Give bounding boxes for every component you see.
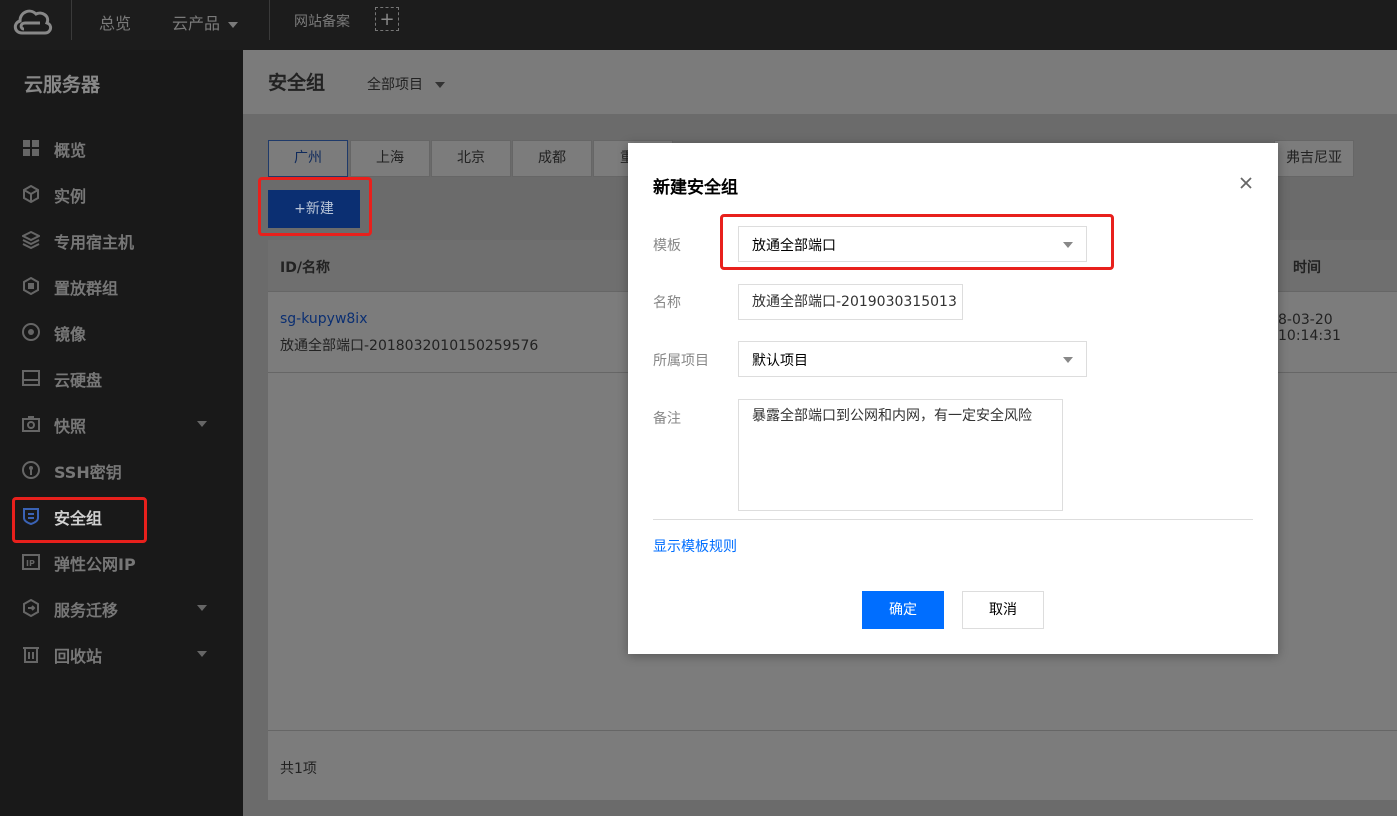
project-label: 所属项目 — [653, 353, 709, 369]
sidebar-item-label: 实例 — [54, 187, 87, 206]
layers-icon — [22, 231, 40, 249]
dialog-title: 新建安全组 — [653, 178, 738, 198]
sidebar-item-ssh-key[interactable]: SSH密钥 — [0, 450, 243, 490]
template-label: 模板 — [653, 238, 681, 254]
nav-website-filing[interactable]: 网站备案 — [294, 11, 350, 31]
total-count: 共1项 — [280, 761, 317, 777]
chevron-down-icon — [197, 605, 207, 611]
ip-icon: IP — [22, 554, 40, 570]
chevron-down-icon — [228, 21, 239, 28]
cancel-button[interactable]: 取消 — [962, 591, 1044, 629]
sidebar-item-label: 云硬盘 — [54, 371, 103, 390]
disc-icon — [22, 323, 40, 341]
column-header-time: 时间 — [1293, 260, 1321, 276]
project-selector-label: 全部项目 — [367, 77, 423, 93]
nav-cloud-products[interactable]: 云产品 — [172, 10, 239, 34]
security-group-name: 放通全部端口-2018032010150259576 — [280, 338, 539, 354]
add-shortcut-button[interactable]: + — [375, 7, 399, 31]
nav-divider — [71, 0, 72, 40]
sidebar-item-placement-group[interactable]: 置放群组 — [0, 266, 243, 306]
project-select[interactable]: 默认项目 — [738, 341, 1087, 377]
confirm-button[interactable]: 确定 — [862, 591, 944, 629]
sidebar: 云服务器 概览 实例 专用宿主机 置放群组 镜像 云硬盘 快照 SSH密钥 安全… — [0, 50, 243, 816]
cube-icon — [23, 185, 39, 203]
tab-shanghai[interactable]: 上海 — [350, 140, 430, 177]
dialog-divider — [653, 519, 1253, 520]
sidebar-item-label: 快照 — [54, 417, 87, 436]
cloud-logo-icon[interactable] — [10, 3, 54, 39]
nav-cloud-products-label: 云产品 — [172, 14, 221, 33]
security-group-time: 8-03-20 10:14:31 — [1278, 312, 1341, 344]
sidebar-item-elastic-ip[interactable]: IP 弹性公网IP — [0, 542, 243, 582]
sidebar-item-label: 弹性公网IP — [54, 555, 136, 574]
sidebar-item-label: 服务迁移 — [54, 601, 119, 620]
tab-beijing[interactable]: 北京 — [431, 140, 511, 177]
name-input[interactable]: 放通全部端口-2019030315013 — [738, 284, 963, 320]
sidebar-item-label: 镜像 — [54, 325, 87, 344]
chevron-down-icon — [1063, 357, 1073, 363]
highlight-box — [12, 497, 147, 543]
sidebar-item-cloud-disk[interactable]: 云硬盘 — [0, 358, 243, 398]
table-footer: 共1项 — [268, 730, 1397, 801]
show-template-rules-link[interactable]: 显示模板规则 — [653, 536, 737, 556]
disk-icon — [22, 370, 40, 386]
sidebar-item-images[interactable]: 镜像 — [0, 312, 243, 352]
svg-text:IP: IP — [26, 559, 35, 568]
note-label: 备注 — [653, 411, 681, 427]
chevron-down-icon — [197, 651, 207, 657]
top-nav-bar: 总览 云产品 网站备案 + — [0, 0, 1397, 50]
note-textarea[interactable]: 暴露全部端口到公网和内网，有一定安全风险 — [738, 399, 1063, 511]
security-group-id-link[interactable]: sg-kupyw8ix — [280, 311, 368, 327]
camera-icon — [22, 416, 40, 432]
sidebar-item-label: 专用宿主机 — [54, 233, 135, 252]
sidebar-title: 云服务器 — [24, 74, 101, 96]
highlight-box — [258, 177, 372, 236]
page-title: 安全组 — [268, 72, 326, 94]
sidebar-item-instances[interactable]: 实例 — [0, 174, 243, 214]
migrate-icon — [23, 599, 39, 617]
project-select-value: 默认项目 — [752, 353, 808, 369]
sidebar-item-recycle-bin[interactable]: 回收站 — [0, 634, 243, 674]
sidebar-item-label: 概览 — [54, 141, 87, 160]
nav-overview[interactable]: 总览 — [99, 10, 131, 34]
sidebar-item-migration[interactable]: 服务迁移 — [0, 588, 243, 628]
name-label: 名称 — [653, 295, 681, 311]
column-header-id-name: ID/名称 — [280, 260, 330, 276]
tab-chengdu[interactable]: 成都 — [512, 140, 592, 177]
sidebar-item-label: 回收站 — [54, 647, 103, 666]
sidebar-item-dedicated-host[interactable]: 专用宿主机 — [0, 220, 243, 260]
trash-icon — [23, 647, 39, 663]
tab-virginia[interactable]: 弗吉尼亚 — [1274, 140, 1354, 177]
group-icon — [23, 277, 39, 295]
sidebar-item-snapshot[interactable]: 快照 — [0, 404, 243, 444]
sidebar-item-label: SSH密钥 — [54, 463, 122, 482]
highlight-box — [720, 214, 1114, 270]
page-header: 安全组 全部项目 — [243, 50, 1397, 114]
chevron-down-icon — [435, 82, 445, 88]
project-selector[interactable]: 全部项目 — [367, 74, 445, 94]
chevron-down-icon — [197, 421, 207, 427]
close-icon[interactable] — [1236, 173, 1256, 193]
key-icon — [22, 461, 40, 479]
grid-icon — [23, 140, 39, 156]
sidebar-item-overview[interactable]: 概览 — [0, 128, 243, 168]
tab-guangzhou[interactable]: 广州 — [268, 140, 348, 177]
sidebar-item-label: 置放群组 — [54, 279, 119, 298]
nav-divider — [269, 0, 270, 40]
